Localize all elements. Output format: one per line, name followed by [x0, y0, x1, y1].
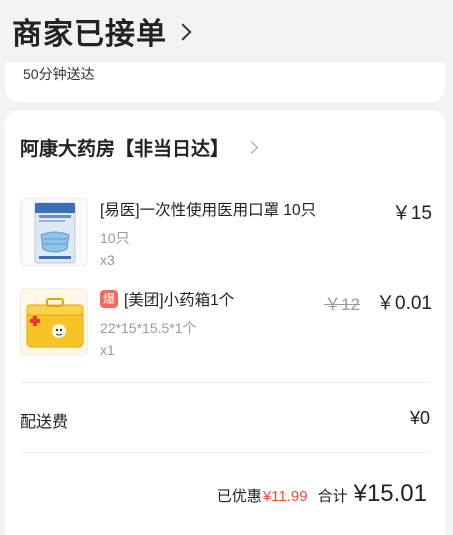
saved-value: ¥11.99: [262, 488, 308, 505]
divider: [20, 452, 430, 453]
item-name: 爆 [美团]小药箱1个: [100, 288, 234, 310]
item-price: ￥15: [391, 203, 432, 224]
delivery-fee-label: 配送费: [20, 414, 69, 431]
chevron-right-icon[interactable]: [174, 23, 192, 41]
shop-header[interactable]: 阿康大药房【非当日达】: [20, 134, 258, 161]
chevron-right-icon: [245, 141, 258, 154]
delivery-fee-row: 配送费 ¥0: [20, 408, 430, 432]
first-aid-box-icon: [20, 288, 88, 356]
item-price: ￥0.01: [376, 293, 432, 314]
order-status-title: 商家已接单: [12, 18, 167, 51]
item-name-text: [美团]小药箱1个: [124, 292, 235, 309]
total-value: ¥15.01: [353, 480, 427, 507]
mask-package-icon: [20, 198, 88, 266]
item-quantity: x1: [100, 342, 115, 358]
order-total: 已优惠 ¥11.99 合计 ¥15.01: [217, 480, 427, 508]
item-spec: 22*15*15.5*1个: [100, 320, 197, 336]
shop-name: 阿康大药房【非当日达】: [20, 139, 230, 160]
delivery-fee-value: ¥0: [409, 408, 430, 428]
total-label: 合计: [317, 488, 348, 505]
hot-badge: 爆: [100, 290, 118, 308]
order-item[interactable]: [易医]一次性使用医用口罩 10只 10只 x3 ￥15: [20, 198, 432, 278]
item-name: [易医]一次性使用医用口罩 10只: [100, 202, 317, 219]
original-price: ￥12: [324, 295, 360, 314]
delivery-card: 50分钟送达: [5, 62, 445, 102]
order-item[interactable]: 爆 [美团]小药箱1个 22*15*15.5*1个 x1 ￥12 ￥0.01: [20, 288, 432, 368]
item-quantity: x3: [100, 252, 115, 268]
order-card: 阿康大药房【非当日达】 [易医]一次性使用医用口罩 10只 10只 x3 ￥15: [5, 110, 445, 535]
delivery-eta: 50分钟送达: [23, 66, 95, 82]
order-status-header[interactable]: 商家已接单: [0, 0, 453, 62]
divider: [20, 382, 430, 383]
item-spec: 10只: [100, 230, 130, 246]
saved-label: 已优惠: [216, 488, 262, 505]
